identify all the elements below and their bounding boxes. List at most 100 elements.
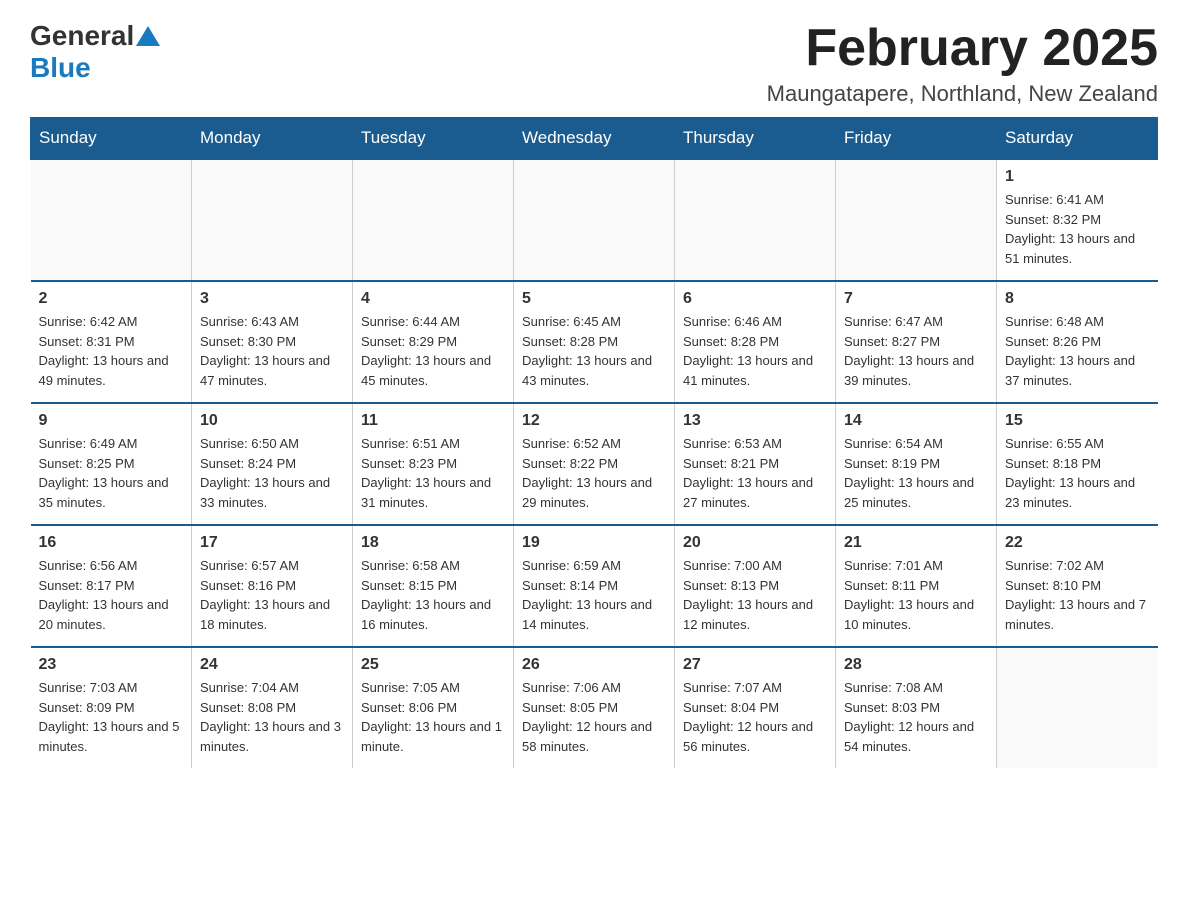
day-info: Sunrise: 7:03 AMSunset: 8:09 PMDaylight:…: [39, 678, 184, 756]
page-title: February 2025: [767, 20, 1158, 77]
day-number: 13: [683, 412, 827, 430]
day-number: 24: [200, 656, 344, 674]
calendar-cell: 22 Sunrise: 7:02 AMSunset: 8:10 PMDayligh…: [997, 525, 1158, 647]
calendar-cell: 6Sunrise: 6:46 AMSunset: 8:28 PMDaylight…: [675, 281, 836, 403]
header-friday: Friday: [836, 118, 997, 160]
calendar-cell: 11 Sunrise: 6:51 AMSunset: 8:23 PMDayligh…: [353, 403, 514, 525]
calendar-cell: 21 Sunrise: 7:01 AMSunset: 8:11 PMDayligh…: [836, 525, 997, 647]
header-tuesday: Tuesday: [353, 118, 514, 160]
day-info: Sunrise: 7:01 AMSunset: 8:11 PMDaylight:…: [844, 556, 988, 634]
day-info: Sunrise: 6:42 AMSunset: 8:31 PMDaylight:…: [39, 312, 184, 390]
calendar-cell: 27 Sunrise: 7:07 AMSunset: 8:04 PMDayligh…: [675, 647, 836, 768]
day-info: Sunrise: 6:44 AMSunset: 8:29 PMDaylight:…: [361, 312, 505, 390]
calendar-table: SundayMondayTuesdayWednesdayThursdayFrid…: [30, 117, 1158, 768]
day-number: 2: [39, 290, 184, 308]
day-number: 26: [522, 656, 666, 674]
logo-general-text: General: [30, 20, 134, 52]
calendar-cell: [31, 159, 192, 281]
day-number: 18: [361, 534, 505, 552]
calendar-cell: 7 Sunrise: 6:47 AMSunset: 8:27 PMDaylight…: [836, 281, 997, 403]
day-number: 11: [361, 412, 505, 430]
header-thursday: Thursday: [675, 118, 836, 160]
calendar-week-row: 2 Sunrise: 6:42 AMSunset: 8:31 PMDaylight…: [31, 281, 1158, 403]
calendar-cell: 2 Sunrise: 6:42 AMSunset: 8:31 PMDaylight…: [31, 281, 192, 403]
calendar-week-row: 1Sunrise: 6:41 AMSunset: 8:32 PMDaylight…: [31, 159, 1158, 281]
calendar-cell: 20 Sunrise: 7:00 AMSunset: 8:13 PMDayligh…: [675, 525, 836, 647]
day-info: Sunrise: 6:45 AMSunset: 8:28 PMDaylight:…: [522, 312, 666, 390]
day-number: 16: [39, 534, 184, 552]
calendar-cell: 19 Sunrise: 6:59 AMSunset: 8:14 PMDayligh…: [514, 525, 675, 647]
calendar-cell: 14 Sunrise: 6:54 AMSunset: 8:19 PMDayligh…: [836, 403, 997, 525]
day-number: 7: [844, 290, 988, 308]
day-info: Sunrise: 6:49 AMSunset: 8:25 PMDaylight:…: [39, 434, 184, 512]
calendar-cell: 9 Sunrise: 6:49 AMSunset: 8:25 PMDaylight…: [31, 403, 192, 525]
calendar-cell: [514, 159, 675, 281]
calendar-header-row: SundayMondayTuesdayWednesdayThursdayFrid…: [31, 118, 1158, 160]
day-number: 15: [1005, 412, 1150, 430]
calendar-cell: [192, 159, 353, 281]
calendar-week-row: 16 Sunrise: 6:56 AMSunset: 8:17 PMDayligh…: [31, 525, 1158, 647]
day-number: 14: [844, 412, 988, 430]
day-number: 20: [683, 534, 827, 552]
day-number: 4: [361, 290, 505, 308]
calendar-cell: [353, 159, 514, 281]
calendar-cell: 16 Sunrise: 6:56 AMSunset: 8:17 PMDayligh…: [31, 525, 192, 647]
day-number: 23: [39, 656, 184, 674]
day-info: Sunrise: 7:00 AMSunset: 8:13 PMDaylight:…: [683, 556, 827, 634]
day-number: 22: [1005, 534, 1150, 552]
day-info: Sunrise: 7:07 AMSunset: 8:04 PMDaylight:…: [683, 678, 827, 756]
page-header: General Blue February 2025 Maungatapere,…: [30, 20, 1158, 107]
calendar-week-row: 23 Sunrise: 7:03 AMSunset: 8:09 PMDayligh…: [31, 647, 1158, 768]
page-subtitle: Maungatapere, Northland, New Zealand: [767, 81, 1158, 107]
day-info: Sunrise: 7:08 AMSunset: 8:03 PMDaylight:…: [844, 678, 988, 756]
day-number: 21: [844, 534, 988, 552]
day-number: 12: [522, 412, 666, 430]
calendar-cell: 26 Sunrise: 7:06 AMSunset: 8:05 PMDayligh…: [514, 647, 675, 768]
calendar-cell: 17 Sunrise: 6:57 AMSunset: 8:16 PMDayligh…: [192, 525, 353, 647]
day-number: 25: [361, 656, 505, 674]
header-sunday: Sunday: [31, 118, 192, 160]
day-number: 9: [39, 412, 184, 430]
calendar-cell: 25 Sunrise: 7:05 AMSunset: 8:06 PMDayligh…: [353, 647, 514, 768]
calendar-week-row: 9 Sunrise: 6:49 AMSunset: 8:25 PMDaylight…: [31, 403, 1158, 525]
logo-blue-text: Blue: [30, 52, 91, 84]
calendar-cell: 18Sunrise: 6:58 AMSunset: 8:15 PMDayligh…: [353, 525, 514, 647]
day-info: Sunrise: 6:59 AMSunset: 8:14 PMDaylight:…: [522, 556, 666, 634]
day-info: Sunrise: 6:47 AMSunset: 8:27 PMDaylight:…: [844, 312, 988, 390]
day-info: Sunrise: 7:02 AMSunset: 8:10 PMDaylight:…: [1005, 556, 1150, 634]
logo: General Blue: [30, 20, 162, 84]
day-number: 8: [1005, 290, 1150, 308]
day-info: Sunrise: 6:50 AMSunset: 8:24 PMDaylight:…: [200, 434, 344, 512]
calendar-cell: 24 Sunrise: 7:04 AMSunset: 8:08 PMDayligh…: [192, 647, 353, 768]
day-number: 17: [200, 534, 344, 552]
header-saturday: Saturday: [997, 118, 1158, 160]
calendar-cell: [836, 159, 997, 281]
day-info: Sunrise: 6:54 AMSunset: 8:19 PMDaylight:…: [844, 434, 988, 512]
day-number: 5: [522, 290, 666, 308]
day-info: Sunrise: 6:57 AMSunset: 8:16 PMDaylight:…: [200, 556, 344, 634]
day-info: Sunrise: 6:51 AMSunset: 8:23 PMDaylight:…: [361, 434, 505, 512]
day-info: Sunrise: 6:52 AMSunset: 8:22 PMDaylight:…: [522, 434, 666, 512]
calendar-cell: [997, 647, 1158, 768]
header-monday: Monday: [192, 118, 353, 160]
calendar-cell: 3Sunrise: 6:43 AMSunset: 8:30 PMDaylight…: [192, 281, 353, 403]
calendar-cell: 1Sunrise: 6:41 AMSunset: 8:32 PMDaylight…: [997, 159, 1158, 281]
day-number: 27: [683, 656, 827, 674]
day-number: 19: [522, 534, 666, 552]
day-number: 6: [683, 290, 827, 308]
calendar-cell: 12 Sunrise: 6:52 AMSunset: 8:22 PMDayligh…: [514, 403, 675, 525]
day-info: Sunrise: 7:06 AMSunset: 8:05 PMDaylight:…: [522, 678, 666, 756]
day-info: Sunrise: 7:05 AMSunset: 8:06 PMDaylight:…: [361, 678, 505, 756]
title-area: February 2025 Maungatapere, Northland, N…: [767, 20, 1158, 107]
calendar-cell: 13Sunrise: 6:53 AMSunset: 8:21 PMDayligh…: [675, 403, 836, 525]
day-info: Sunrise: 7:04 AMSunset: 8:08 PMDaylight:…: [200, 678, 344, 756]
calendar-cell: 8Sunrise: 6:48 AMSunset: 8:26 PMDaylight…: [997, 281, 1158, 403]
day-number: 1: [1005, 168, 1150, 186]
day-number: 10: [200, 412, 344, 430]
calendar-cell: 15Sunrise: 6:55 AMSunset: 8:18 PMDayligh…: [997, 403, 1158, 525]
header-wednesday: Wednesday: [514, 118, 675, 160]
day-number: 3: [200, 290, 344, 308]
calendar-cell: 28Sunrise: 7:08 AMSunset: 8:03 PMDayligh…: [836, 647, 997, 768]
day-info: Sunrise: 6:56 AMSunset: 8:17 PMDaylight:…: [39, 556, 184, 634]
logo-triangle-icon: [136, 26, 160, 46]
